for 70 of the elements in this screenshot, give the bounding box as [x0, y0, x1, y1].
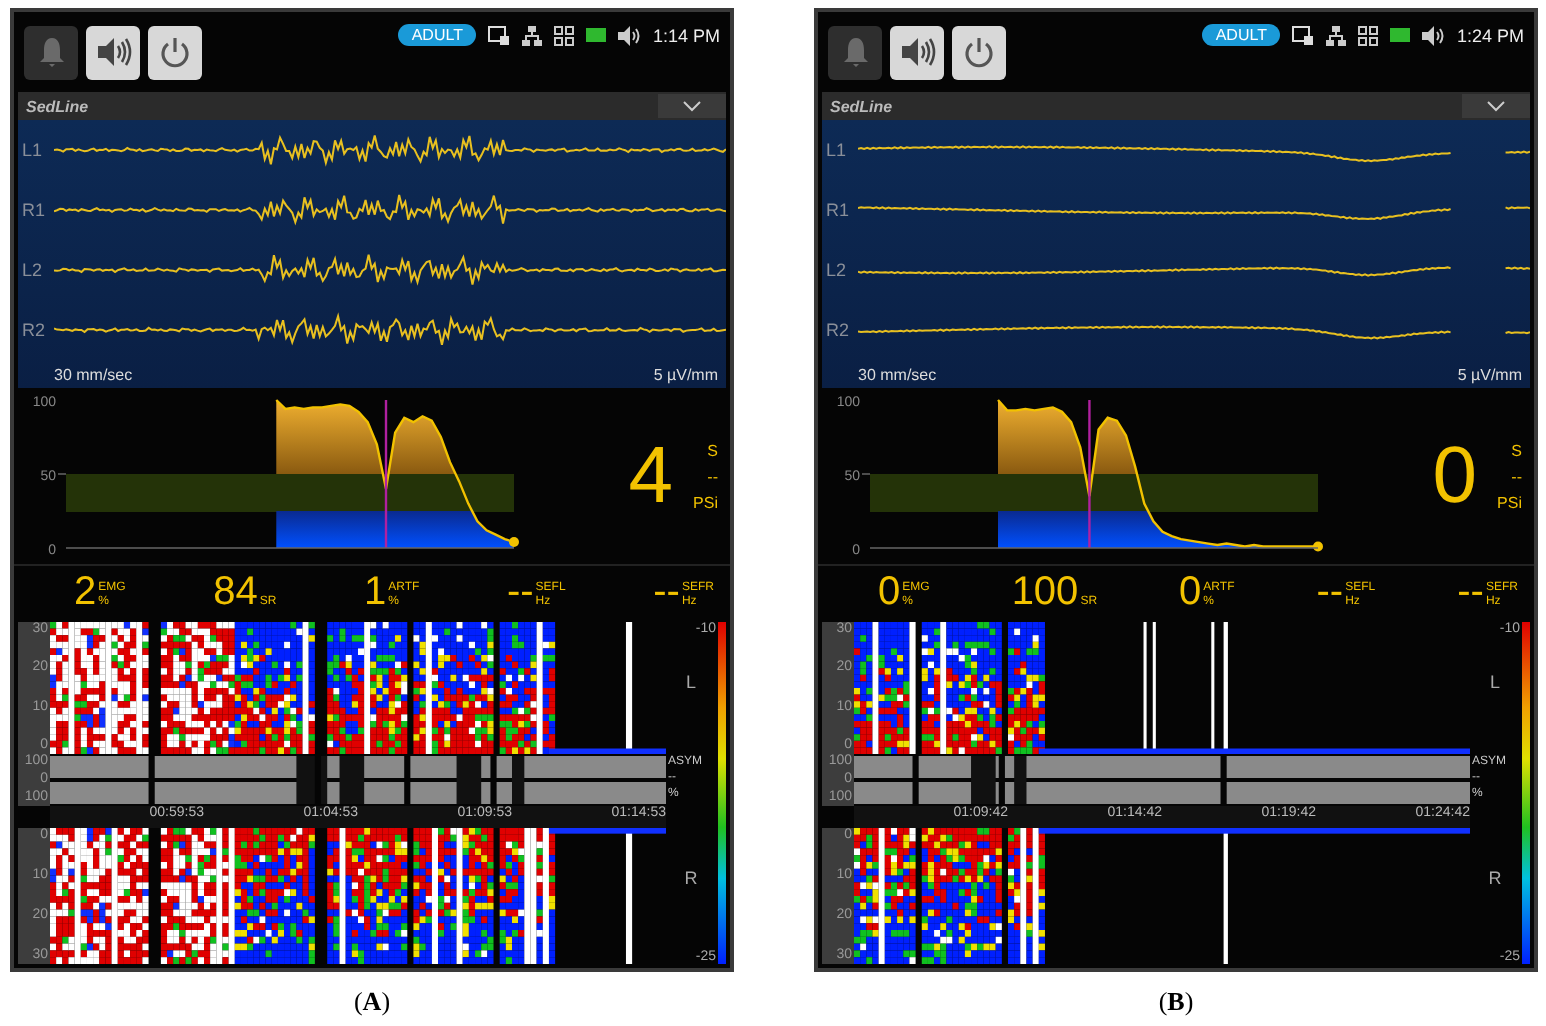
channel-label: L1: [824, 140, 849, 160]
power-button[interactable]: [952, 25, 1006, 79]
monitor-icon: [488, 25, 511, 45]
channel-label: L1: [20, 140, 45, 160]
clock-time: 1:24 PM: [1456, 25, 1524, 45]
psi-label: PSi: [1497, 493, 1522, 511]
dropdown-button[interactable]: [1462, 94, 1530, 118]
param-value: 0: [1179, 572, 1202, 612]
chevron-icon: [682, 100, 702, 112]
amplitude-scale: 5 µV/mm: [653, 365, 718, 383]
param-value: --: [1457, 572, 1484, 612]
channel-side-label: L: [1489, 672, 1500, 692]
channel-label: R2: [20, 320, 48, 340]
channel-label: L2: [20, 260, 45, 280]
patient-type-badge: ADULT: [397, 24, 477, 46]
psi-label: PSi: [693, 493, 718, 511]
grid-icon: [1358, 25, 1379, 45]
channel-label: R1: [824, 200, 852, 220]
power-button[interactable]: [148, 25, 202, 79]
psi-value: 4: [628, 431, 674, 521]
side-label: --: [1511, 467, 1522, 485]
audio-button[interactable]: [890, 25, 944, 79]
side-label: S: [1511, 441, 1522, 459]
speaker-icon: [618, 25, 641, 45]
grid-icon: [554, 25, 575, 45]
speaker-icon: [95, 36, 131, 68]
param-value: --: [653, 572, 680, 612]
side-label: --: [707, 467, 718, 485]
module-title: SedLine: [26, 97, 89, 115]
endpoint-marker: [1313, 541, 1323, 552]
network-icon: [522, 25, 543, 45]
channel-side-label: R: [684, 868, 698, 888]
network-icon: [1326, 25, 1347, 45]
side-label: S: [707, 441, 718, 459]
param-value: 2: [74, 572, 97, 612]
param-value: 100: [1011, 572, 1079, 612]
param-value: --: [1316, 572, 1344, 612]
endpoint-marker: [509, 537, 519, 548]
sweep-speed: 30 mm/sec: [858, 365, 937, 383]
channel-label: L2: [824, 260, 849, 280]
param-value: --: [506, 572, 534, 612]
channel-label: R2: [824, 320, 852, 340]
psi-value: 0: [1432, 431, 1478, 521]
sweep-speed: 30 mm/sec: [54, 365, 133, 383]
channel-side-label: L: [685, 672, 696, 692]
audio-button[interactable]: [86, 25, 140, 79]
chevron-icon: [1486, 100, 1506, 112]
amplitude-scale: 5 µV/mm: [1457, 365, 1522, 383]
bell-icon: [841, 36, 869, 68]
channel-label: R1: [20, 200, 48, 220]
param-value: 84: [213, 572, 258, 612]
power-icon: [158, 35, 192, 69]
bell-icon: [37, 36, 65, 68]
speaker-icon: [899, 36, 935, 68]
channel-side-label: R: [1488, 868, 1502, 888]
monitor-icon: [1292, 25, 1315, 45]
alarm-button[interactable]: [24, 25, 78, 79]
alarm-button[interactable]: [828, 25, 882, 79]
battery-icon: [586, 28, 607, 42]
dropdown-button[interactable]: [658, 94, 726, 118]
speaker-icon: [1422, 25, 1445, 45]
param-value: 0: [878, 572, 901, 612]
patient-type-badge: ADULT: [1201, 24, 1281, 46]
battery-icon: [1390, 28, 1411, 42]
clock-time: 1:14 PM: [652, 25, 720, 45]
figure-caption: (B): [1158, 986, 1194, 1018]
module-title: SedLine: [830, 97, 893, 115]
figure-caption: (A): [353, 986, 391, 1018]
power-icon: [962, 35, 996, 69]
param-value: 1: [363, 572, 387, 612]
